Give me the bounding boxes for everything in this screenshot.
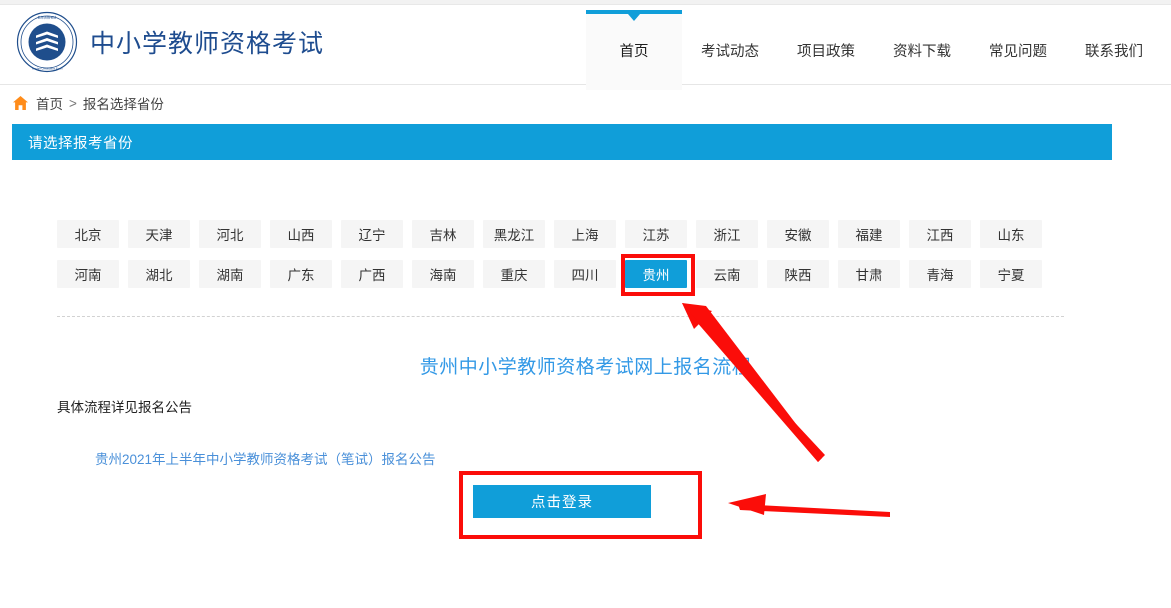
breadcrumb-separator: >	[69, 95, 77, 111]
province-button-ningxia[interactable]: 宁夏	[980, 260, 1042, 288]
province-button-beijing[interactable]: 北京	[57, 220, 119, 248]
province-button-heilongjiang[interactable]: 黑龙江	[483, 220, 545, 248]
brand-title: 中小学教师资格考试	[90, 30, 325, 58]
province-button-guizhou[interactable]: 贵州	[625, 260, 687, 288]
province-button-hainan[interactable]: 海南	[412, 260, 474, 288]
home-icon	[12, 95, 36, 111]
svg-text:教师资格考试: 教师资格考试	[38, 15, 57, 20]
province-button-henan[interactable]: 河南	[57, 260, 119, 288]
flow-note: 具体流程详见报名公告	[57, 400, 192, 415]
province-button-chongqing[interactable]: 重庆	[483, 260, 545, 288]
province-button-shandong[interactable]: 山东	[980, 220, 1042, 248]
flow-title: 贵州中小学教师资格考试网上报名流程	[419, 357, 752, 378]
nav-label: 联系我们	[1085, 43, 1143, 60]
province-grid: 北京 天津 河北 山西 辽宁 吉林 黑龙江 上海 江苏 浙江 安徽 福建 江西 …	[57, 220, 1067, 300]
breadcrumb-current: 报名选择省份	[82, 97, 164, 112]
nav-item-faq[interactable]: 常见问题	[970, 10, 1066, 90]
province-button-tianjin[interactable]: 天津	[128, 220, 190, 248]
province-button-gansu[interactable]: 甘肃	[838, 260, 900, 288]
province-button-qinghai[interactable]: 青海	[909, 260, 971, 288]
province-button-jiangsu[interactable]: 江苏	[625, 220, 687, 248]
province-button-shanxi[interactable]: 山西	[270, 220, 332, 248]
nav-item-project-policy[interactable]: 项目政策	[778, 10, 874, 90]
nav-item-exam-news[interactable]: 考试动态	[682, 10, 778, 90]
province-button-hunan[interactable]: 湖南	[199, 260, 261, 288]
province-button-shaanxi[interactable]: 陕西	[767, 260, 829, 288]
arrow-to-login-icon	[728, 494, 890, 517]
main-nav: 首页 考试动态 项目政策 资料下载 常见问题 联系我们	[586, 10, 1162, 90]
province-button-yunnan[interactable]: 云南	[696, 260, 758, 288]
select-province-banner: 请选择报考省份	[12, 124, 1112, 160]
site-header: 教师资格考试 Teacher Certification Exam 中小学教师资…	[0, 5, 1171, 90]
province-row-2: 河南 湖北 湖南 广东 广西 海南 重庆 四川 贵州 云南 陕西 甘肃 青海 宁…	[57, 260, 1067, 288]
section-divider	[57, 316, 1064, 317]
province-button-anhui[interactable]: 安徽	[767, 220, 829, 248]
province-button-guangxi[interactable]: 广西	[341, 260, 403, 288]
nav-label: 首页	[619, 43, 649, 60]
page-root: 教师资格考试 Teacher Certification Exam 中小学教师资…	[0, 0, 1171, 608]
breadcrumb-home-link[interactable]: 首页	[36, 93, 63, 113]
province-button-sichuan[interactable]: 四川	[554, 260, 616, 288]
arrow-to-province-icon	[682, 303, 825, 462]
announcement-link[interactable]: 贵州2021年上半年中小学教师资格考试（笔试）报名公告	[95, 448, 436, 468]
province-button-guangdong[interactable]: 广东	[270, 260, 332, 288]
province-button-hubei[interactable]: 湖北	[128, 260, 190, 288]
nav-label: 资料下载	[893, 43, 951, 60]
province-button-jiangxi[interactable]: 江西	[909, 220, 971, 248]
nav-item-downloads[interactable]: 资料下载	[874, 10, 970, 90]
province-button-hebei[interactable]: 河北	[199, 220, 261, 248]
nav-item-contact-us[interactable]: 联系我们	[1066, 10, 1162, 90]
province-button-shanghai[interactable]: 上海	[554, 220, 616, 248]
exam-seal-logo-icon: 教师资格考试 Teacher Certification Exam	[16, 11, 78, 73]
active-tab-chevron-icon	[628, 14, 640, 21]
svg-text:Teacher Certification Exam: Teacher Certification Exam	[32, 67, 63, 71]
nav-label: 考试动态	[701, 43, 759, 60]
nav-item-home[interactable]: 首页	[586, 10, 682, 90]
nav-label: 项目政策	[797, 43, 855, 60]
province-button-jilin[interactable]: 吉林	[412, 220, 474, 248]
province-button-fujian[interactable]: 福建	[838, 220, 900, 248]
province-button-zhejiang[interactable]: 浙江	[696, 220, 758, 248]
login-button[interactable]: 点击登录	[473, 485, 651, 518]
banner-title: 请选择报考省份	[28, 135, 133, 152]
nav-label: 常见问题	[989, 43, 1047, 60]
province-button-liaoning[interactable]: 辽宁	[341, 220, 403, 248]
breadcrumb: 首页 > 报名选择省份	[12, 93, 164, 113]
province-row-1: 北京 天津 河北 山西 辽宁 吉林 黑龙江 上海 江苏 浙江 安徽 福建 江西 …	[57, 220, 1067, 248]
brand[interactable]: 教师资格考试 Teacher Certification Exam 中小学教师资…	[16, 11, 324, 73]
